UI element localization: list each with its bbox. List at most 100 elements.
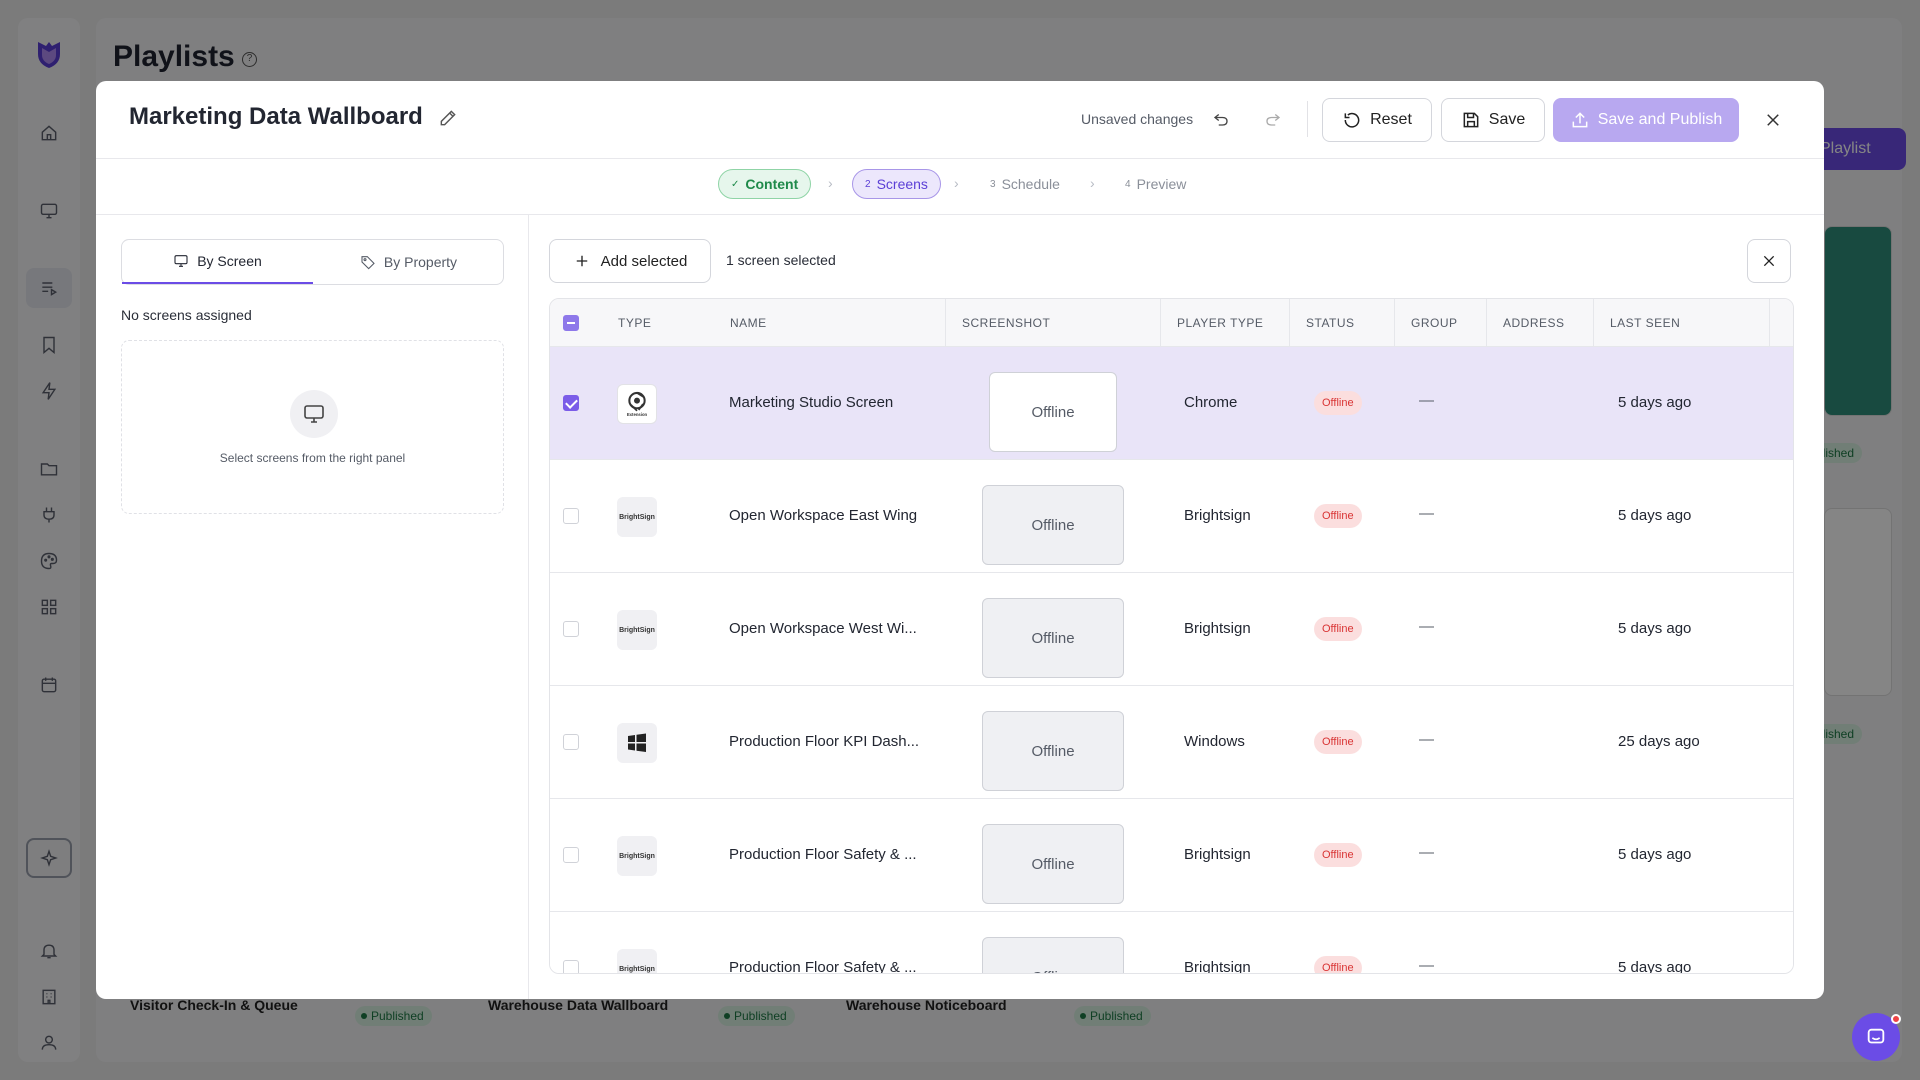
chat-icon	[1867, 1028, 1885, 1044]
pencil-icon[interactable]	[438, 108, 458, 128]
table-row[interactable]: BrightSign Open Workspace West Wi... Off…	[550, 573, 1793, 686]
screen-name: Production Floor Safety & ...	[729, 959, 917, 974]
check-icon: ✓	[731, 178, 740, 190]
row-checkbox[interactable]	[563, 395, 579, 411]
undo-icon[interactable]	[1210, 108, 1232, 130]
brightsign-logo: BrightSign	[617, 836, 657, 876]
selection-count: 1 screen selected	[726, 252, 836, 268]
table-header: TYPE NAME SCREENSHOT PLAYER TYPE STATUS …	[550, 299, 1793, 347]
add-selected-button[interactable]: Add selected	[549, 239, 711, 283]
player-type: Brightsign	[1184, 507, 1251, 524]
screen-name: Open Workspace East Wing	[729, 507, 918, 524]
player-type: Windows	[1184, 733, 1245, 750]
save-button-label: Save	[1488, 111, 1526, 128]
step-label: Schedule	[1001, 176, 1060, 192]
windows-icon	[617, 723, 657, 763]
screen-name: Production Floor KPI Dash...	[729, 733, 920, 750]
upload-icon	[1572, 112, 1588, 128]
chevron-right-icon: ›	[1090, 175, 1095, 191]
close-panel-button[interactable]	[1747, 239, 1791, 283]
group-value: —	[1419, 957, 1434, 974]
group-value: —	[1419, 505, 1434, 522]
step-label: Screens	[876, 176, 928, 192]
chrome-logo-text: Extension	[627, 412, 648, 417]
step-number: 2	[865, 178, 871, 190]
reset-button[interactable]: Reset	[1322, 98, 1432, 142]
status-badge: Offline	[1314, 730, 1362, 754]
tag-icon	[361, 256, 375, 270]
close-icon[interactable]	[1761, 108, 1785, 132]
chrome-extension-icon: Extension	[617, 384, 657, 424]
column-header-name[interactable]: NAME	[714, 299, 767, 347]
table-row[interactable]: BrightSign Open Workspace East Wing Offl…	[550, 460, 1793, 573]
screenshot-placeholder[interactable]: Offline	[982, 824, 1124, 904]
row-checkbox[interactable]	[563, 960, 579, 973]
step-label: Preview	[1136, 176, 1187, 192]
table-row[interactable]: Extension Marketing Studio Screen Offlin…	[550, 347, 1793, 460]
table-row[interactable]: Production Floor KPI Dash... Offline Win…	[550, 686, 1793, 799]
screens-table: TYPE NAME SCREENSHOT PLAYER TYPE STATUS …	[549, 298, 1794, 974]
tab-by-property[interactable]: By Property	[313, 240, 504, 284]
save-button[interactable]: Save	[1441, 98, 1545, 142]
status-badge: Offline	[1314, 956, 1362, 973]
select-all-checkbox[interactable]	[563, 315, 579, 331]
screen-name: Production Floor Safety & ...	[729, 846, 917, 863]
step-label: Content	[745, 176, 799, 192]
status-badge: Offline	[1314, 391, 1362, 415]
column-header-address[interactable]: ADDRESS	[1486, 299, 1593, 347]
group-value: —	[1419, 731, 1434, 748]
screenshot-placeholder[interactable]: Offline	[982, 937, 1124, 973]
tab-label: By Property	[383, 254, 458, 270]
group-value: —	[1419, 618, 1434, 635]
screenshot-placeholder[interactable]: Offline	[982, 711, 1124, 791]
column-header-group[interactable]: GROUP	[1394, 299, 1486, 347]
row-checkbox[interactable]	[563, 734, 579, 750]
row-checkbox[interactable]	[563, 508, 579, 524]
step-preview[interactable]: 4 Preview	[1125, 169, 1186, 199]
screenshot-placeholder[interactable]: Offline	[982, 485, 1124, 565]
no-screens-text: No screens assigned	[121, 307, 252, 323]
step-content[interactable]: ✓ Content	[718, 169, 812, 199]
save-icon	[1463, 112, 1479, 128]
save-and-publish-button[interactable]: Save and Publish	[1553, 98, 1739, 142]
last-seen: 25 days ago	[1618, 733, 1700, 750]
assigned-screens-panel: By Screen By Property No screens assigne…	[96, 215, 529, 999]
row-checkbox[interactable]	[563, 847, 579, 863]
add-selected-label: Add selected	[600, 252, 688, 270]
available-screens-panel: Add selected 1 screen selected TYPE NAME…	[529, 215, 1824, 999]
table-row[interactable]: BrightSign Production Floor Safety & ...…	[550, 799, 1793, 912]
unsaved-changes-text: Unsaved changes	[1081, 111, 1194, 127]
status-badge: Offline	[1314, 504, 1362, 528]
status-badge: Offline	[1314, 617, 1362, 641]
player-type: Brightsign	[1184, 959, 1251, 974]
redo-icon[interactable]	[1262, 108, 1284, 130]
screen-name: Open Workspace West Wi...	[729, 620, 917, 637]
chevron-right-icon: ›	[828, 175, 833, 191]
last-seen: 5 days ago	[1618, 394, 1692, 411]
status-badge: Offline	[1314, 843, 1362, 867]
monitor-icon	[290, 390, 338, 438]
close-icon	[1763, 255, 1775, 267]
column-header-screenshot[interactable]: SCREENSHOT	[945, 299, 1160, 347]
last-seen: 5 days ago	[1618, 507, 1692, 524]
last-seen: 5 days ago	[1618, 846, 1692, 863]
step-number: 4	[1125, 178, 1131, 190]
tab-label: By Screen	[197, 253, 262, 269]
assignment-tabs: By Screen By Property	[121, 239, 504, 285]
tab-by-screen[interactable]: By Screen	[122, 240, 313, 284]
step-screens[interactable]: 2 Screens	[852, 169, 941, 199]
brightsign-logo: BrightSign	[617, 949, 657, 973]
screenshot-placeholder[interactable]: Offline	[982, 598, 1124, 678]
row-checkbox[interactable]	[563, 621, 579, 637]
column-header-type[interactable]: TYPE	[602, 299, 651, 347]
column-header-status[interactable]: STATUS	[1289, 299, 1394, 347]
step-number: 3	[990, 178, 996, 190]
column-header-player-type[interactable]: PLAYER TYPE	[1160, 299, 1289, 347]
playlist-editor-modal: Marketing Data Wallboard Unsaved changes…	[96, 81, 1824, 999]
table-row[interactable]: BrightSign Production Floor Safety & ...…	[550, 912, 1793, 974]
column-header-last-seen[interactable]: LAST SEEN	[1593, 299, 1770, 347]
step-schedule[interactable]: 3 Schedule	[990, 169, 1060, 199]
screenshot-placeholder[interactable]: Offline	[989, 372, 1117, 452]
group-value: —	[1419, 392, 1434, 409]
plus-icon	[576, 255, 587, 267]
